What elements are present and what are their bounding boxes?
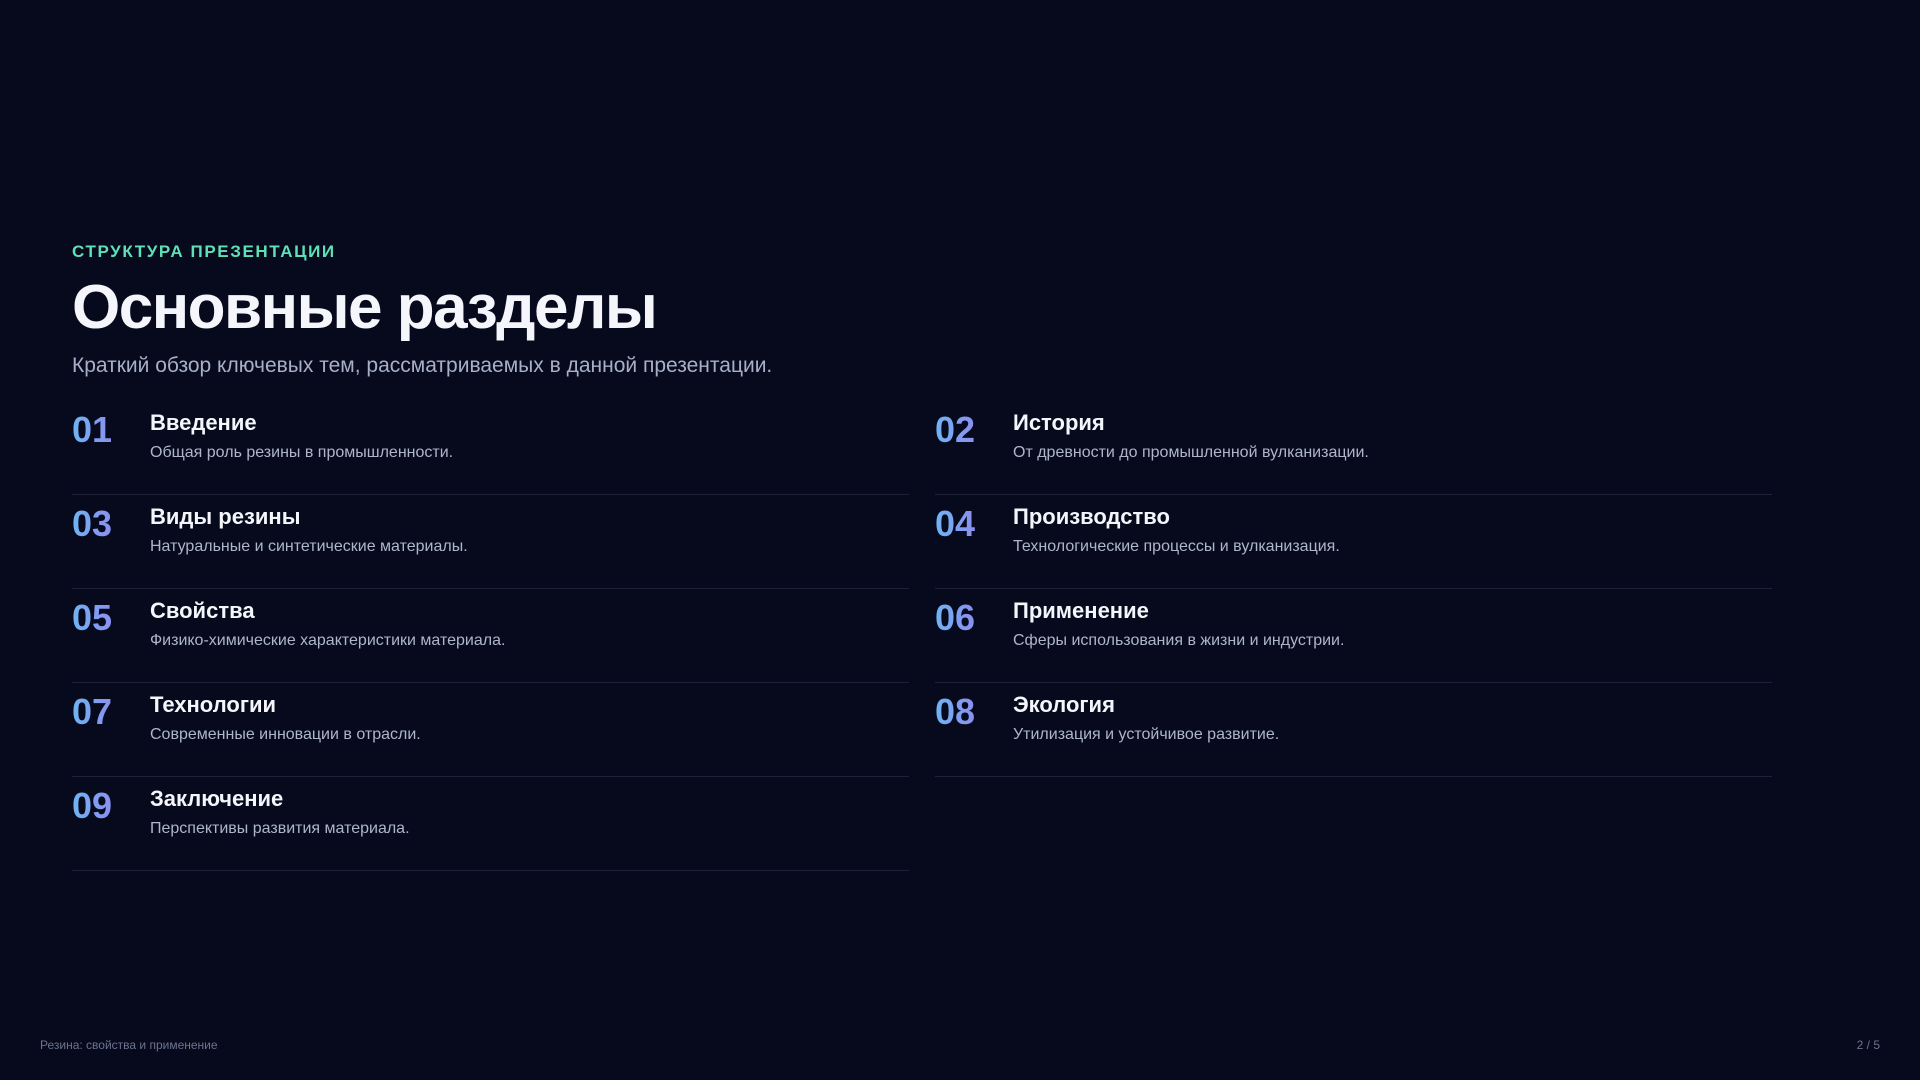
section-description: Сферы использования в жизни и индустрии.	[1013, 632, 1345, 649]
page-subtitle: Краткий обзор ключевых тем, рассматривае…	[72, 354, 773, 377]
section-description: Утилизация и устойчивое развитие.	[1013, 726, 1280, 743]
section-number: 06	[935, 597, 976, 638]
footer-presentation-title: Резина: свойства и применение	[40, 1038, 218, 1052]
sections-grid: 01 Введение Общая роль резины в промышле…	[72, 402, 1772, 882]
section-description: Технологические процессы и вулканизация.	[1013, 538, 1340, 555]
page-title: Основные разделы	[72, 273, 658, 342]
section-description: Физико-химические характеристики материа…	[150, 632, 506, 649]
section-item-04: 04 Производство Технологические процессы…	[935, 496, 1772, 589]
section-description: Общая роль резины в промышленности.	[150, 444, 454, 461]
section-number: 04	[935, 503, 976, 544]
section-title: Виды резины	[150, 504, 301, 529]
section-item-02: 02 История От древности до промышленной …	[935, 402, 1772, 495]
section-title: Экология	[1013, 692, 1115, 717]
section-item-09: 09 Заключение Перспективы развития матер…	[72, 778, 909, 871]
section-item-01: 01 Введение Общая роль резины в промышле…	[72, 402, 909, 495]
section-number: 07	[72, 691, 113, 732]
section-title: История	[1013, 410, 1105, 435]
section-item-08: 08 Экология Утилизация и устойчивое разв…	[935, 684, 1772, 777]
section-number: 03	[72, 503, 113, 544]
section-title: Введение	[150, 410, 257, 435]
section-description: Современные инновации в отрасли.	[150, 726, 421, 743]
section-title: Заключение	[150, 786, 284, 811]
section-number: 05	[72, 597, 113, 638]
section-description: Перспективы развития материала.	[150, 820, 410, 837]
section-item-07: 07 Технологии Современные инновации в от…	[72, 684, 909, 777]
section-item-05: 05 Свойства Физико-химические характерис…	[72, 590, 909, 683]
section-number: 08	[935, 691, 976, 732]
section-number: 09	[72, 785, 113, 826]
section-title: Технологии	[150, 692, 277, 717]
section-item-03: 03 Виды резины Натуральные и синтетическ…	[72, 496, 909, 589]
section-number: 01	[72, 409, 113, 450]
slide-content: СТРУКТУРА ПРЕЗЕНТАЦИИ Основные разделы К…	[72, 238, 1772, 882]
section-number: 02	[935, 409, 976, 450]
section-description: От древности до промышленной вулканизаци…	[1013, 444, 1369, 461]
section-item-06: 06 Применение Сферы использования в жизн…	[935, 590, 1772, 683]
slide: СТРУКТУРА ПРЕЗЕНТАЦИИ Основные разделы К…	[0, 0, 1920, 1080]
section-title: Свойства	[150, 598, 255, 623]
section-title: Применение	[1013, 598, 1149, 623]
footer-page-indicator: 2 / 5	[1856, 1038, 1880, 1052]
eyebrow-label: СТРУКТУРА ПРЕЗЕНТАЦИИ	[72, 242, 336, 261]
section-title: Производство	[1013, 504, 1170, 529]
section-description: Натуральные и синтетические материалы.	[150, 538, 468, 555]
